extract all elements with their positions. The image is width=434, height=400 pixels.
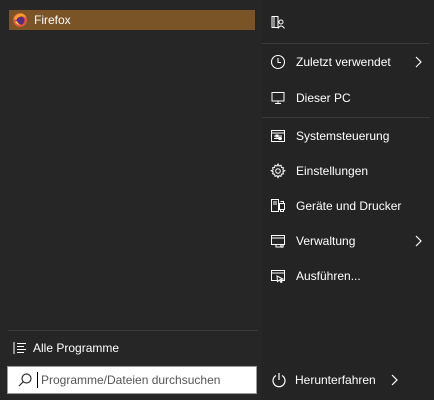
divider	[8, 330, 258, 331]
chevron-right-icon	[414, 235, 422, 247]
firefox-icon	[12, 12, 28, 28]
this-pc-button[interactable]: Dieser PC	[262, 84, 434, 112]
search-icon	[17, 372, 33, 388]
devices-printers-label: Geräte und Drucker	[296, 199, 402, 213]
recent-items-menu[interactable]: Zuletzt verwendet	[262, 48, 434, 76]
user-folder-button[interactable]	[262, 8, 434, 36]
clock-icon	[270, 54, 286, 70]
list-icon	[13, 341, 27, 355]
computer-icon	[270, 90, 286, 106]
printer-icon	[270, 198, 286, 214]
chevron-right-icon[interactable]	[390, 374, 398, 386]
user-folder-icon	[270, 14, 286, 30]
run-button[interactable]: Ausführen...	[262, 262, 434, 290]
search-input[interactable]	[41, 373, 241, 387]
text-cursor	[37, 372, 38, 388]
power-icon	[271, 372, 287, 388]
settings-button[interactable]: Einstellungen	[262, 157, 434, 185]
divider	[262, 117, 430, 118]
search-box[interactable]	[7, 366, 257, 394]
program-item-label: Firefox	[34, 13, 71, 27]
program-item-firefox[interactable]: Firefox	[9, 10, 255, 30]
control-panel-icon	[270, 128, 286, 144]
this-pc-label: Dieser PC	[296, 91, 351, 105]
all-programs-label: Alle Programme	[33, 341, 120, 355]
settings-label: Einstellungen	[296, 164, 369, 178]
gear-icon	[270, 163, 286, 179]
control-panel-button[interactable]: Systemsteuerung	[262, 122, 434, 150]
all-programs-button[interactable]: Alle Programme	[8, 338, 258, 358]
run-icon	[270, 268, 286, 284]
admin-tools-icon	[270, 233, 286, 249]
shutdown-button[interactable]: Herunterfahren	[262, 366, 434, 394]
control-panel-label: Systemsteuerung	[296, 129, 390, 143]
recent-items-label: Zuletzt verwendet	[296, 55, 391, 69]
shutdown-label: Herunterfahren	[295, 373, 376, 387]
divider	[262, 43, 430, 44]
admin-tools-label: Verwaltung	[296, 234, 356, 248]
devices-printers-button[interactable]: Geräte und Drucker	[262, 192, 434, 220]
run-label: Ausführen...	[296, 269, 361, 283]
chevron-right-icon	[414, 56, 422, 68]
admin-tools-menu[interactable]: Verwaltung	[262, 227, 434, 255]
